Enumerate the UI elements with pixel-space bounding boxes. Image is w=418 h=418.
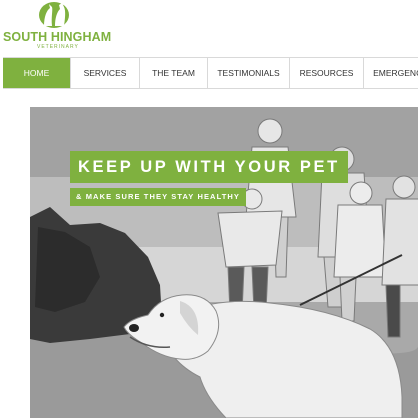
- cat-and-dog-silhouette-icon: [39, 2, 69, 28]
- nav-item-services[interactable]: SERVICES: [71, 58, 140, 88]
- hero-subtitle: & MAKE SURE THEY STAY HEALTHY: [70, 188, 247, 206]
- hero-banner: KEEP UP WITH YOUR PET & MAKE SURE THEY S…: [30, 107, 418, 418]
- nav-item-testimonials[interactable]: TESTIMONIALS: [208, 58, 290, 88]
- logo-tagline: VETERINARY: [37, 44, 79, 50]
- main-navigation: HOME SERVICES THE TEAM TESTIMONIALS RESO…: [3, 57, 418, 89]
- hero-title: KEEP UP WITH YOUR PET: [70, 151, 348, 183]
- logo-wordmark: SOUTH HINGHAM: [3, 30, 112, 44]
- nav-item-resources[interactable]: RESOURCES: [290, 58, 364, 88]
- nav-item-home[interactable]: HOME: [3, 58, 71, 88]
- nav-item-emergency[interactable]: EMERGENCY: [364, 58, 418, 88]
- site-logo[interactable]: SOUTH HINGHAM VETERINARY: [0, 0, 130, 56]
- nav-item-the-team[interactable]: THE TEAM: [140, 58, 208, 88]
